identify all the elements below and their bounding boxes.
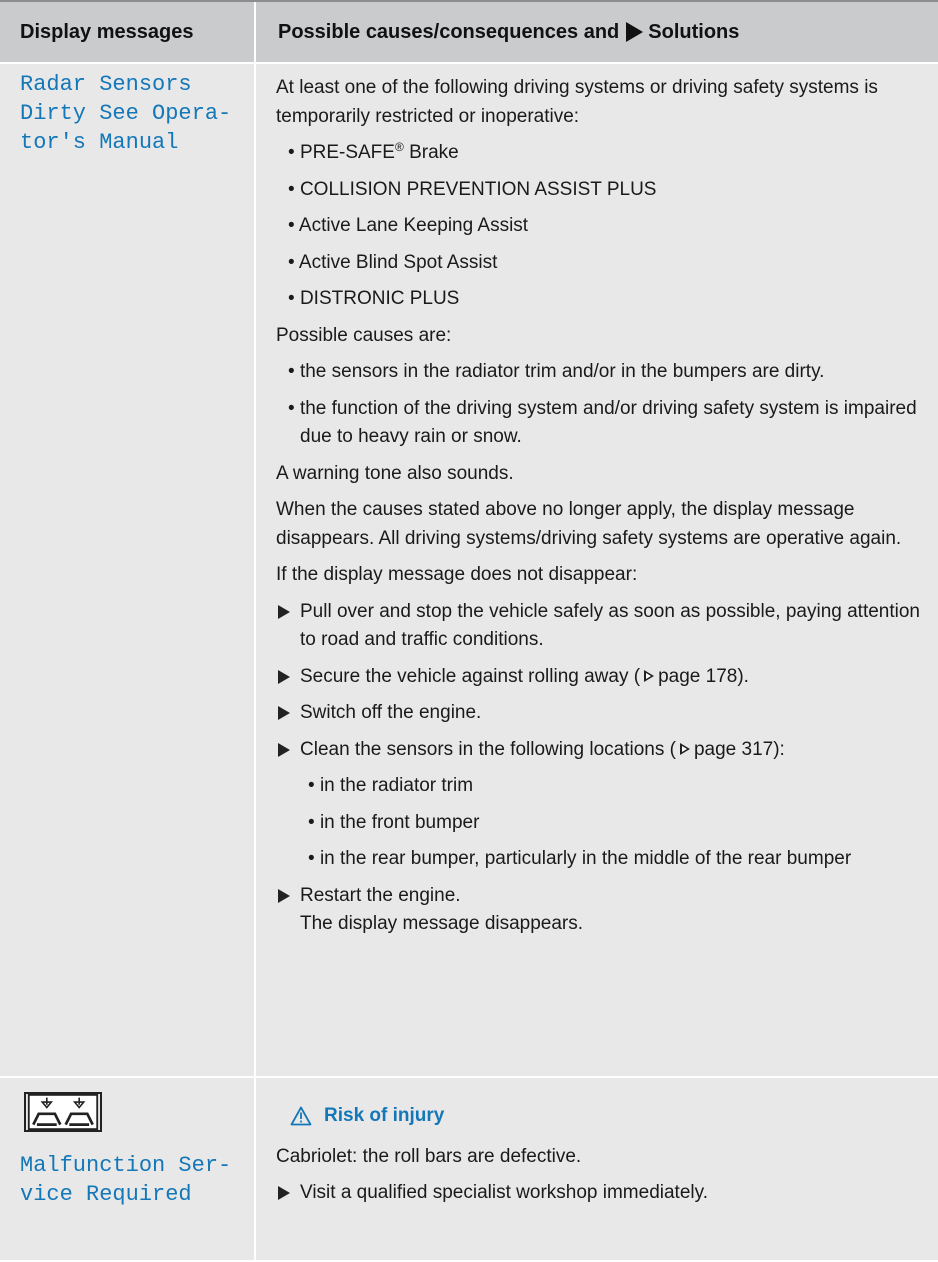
step-item: Visit a qualified specialist workshop im… — [276, 1179, 924, 1208]
no-longer-apply-text: When the causes stated above no longer a… — [276, 499, 902, 549]
table-row: Radar Sensors Dirty See Opera- tor's Man… — [0, 64, 938, 1078]
step-item: Secure the vehicle against rolling away … — [276, 663, 924, 692]
system-suffix: Brake — [409, 142, 459, 163]
message-cell: Malfunction Ser- vice Required — [0, 1078, 254, 1260]
step-item: Restart the engine. The display message d… — [276, 882, 924, 939]
header-causes-label: Possible causes/consequences and — [278, 20, 620, 43]
step-item: Clean the sensors in the following locat… — [276, 736, 924, 765]
causes-cell: Risk of injury Cabriolet: the roll bars … — [254, 1078, 938, 1260]
display-message-malfunction: Malfunction Ser- vice Required — [20, 1151, 254, 1209]
step-arrow-icon — [278, 888, 290, 903]
cause-item: the sensors in the radiator trim and/or … — [276, 358, 924, 387]
if-not-disappear-text: If the display message does not disappea… — [276, 564, 638, 585]
cause-item: the function of the driving system and/o… — [276, 395, 924, 452]
location-item: in the radiator trim — [276, 772, 924, 801]
step-text: Clean the sensors in the following locat… — [300, 738, 676, 760]
table-row: Malfunction Ser- vice Required Risk of i… — [0, 1078, 938, 1262]
solution-arrow-icon — [626, 22, 644, 42]
step-text: Secure the vehicle against rolling away … — [300, 665, 641, 687]
warning-tone-text: A warning tone also sounds. — [276, 462, 514, 484]
intro-text: At least one of the following driving sy… — [276, 77, 878, 127]
message-line: Dirty See Opera- — [20, 101, 232, 126]
location-item: in the front bumper — [276, 809, 924, 838]
message-line: Radar Sensors — [20, 72, 192, 97]
page-reference[interactable]: page 317): — [694, 739, 785, 760]
step-text: Restart the engine. — [300, 884, 461, 906]
display-messages-table: Display messages Possible causes/consequ… — [0, 0, 938, 1262]
message-line: Malfunction Ser- — [20, 1153, 232, 1178]
location-item: in the rear bumper, particularly in the … — [276, 845, 924, 874]
step-item: Switch off the engine. — [276, 699, 924, 728]
step-arrow-icon — [278, 706, 290, 720]
system-item: PRE-SAFE® Brake — [276, 139, 924, 168]
page-reference-icon — [679, 742, 690, 755]
step-text: Switch off the engine. — [300, 702, 482, 723]
warning-triangle-icon — [290, 1106, 312, 1126]
causes-cell: At least one of the following driving sy… — [254, 64, 938, 1076]
step-text: Pull over and stop the vehicle safely as… — [300, 600, 920, 651]
registered-mark: ® — [394, 140, 404, 154]
page-reference[interactable]: page 178). — [658, 666, 749, 687]
message-line: tor's Manual — [20, 130, 179, 155]
message-cell: Radar Sensors Dirty See Opera- tor's Man… — [0, 64, 254, 1076]
causes-label: Possible causes are: — [276, 324, 452, 346]
header-display-messages: Display messages — [20, 20, 194, 43]
step-arrow-icon — [278, 669, 290, 684]
system-item: COLLISION PREVENTION ASSIST PLUS — [276, 176, 924, 205]
step-arrow-icon — [278, 604, 290, 619]
system-item: Active Lane Keeping Assist — [276, 212, 924, 241]
system-item: Active Blind Spot Assist — [276, 249, 924, 278]
roll-bar-icon — [24, 1092, 102, 1132]
step-text: Visit a qualified specialist workshop im… — [300, 1182, 708, 1203]
step-arrow-icon — [278, 742, 290, 757]
header-solutions-label: Solutions — [648, 20, 740, 43]
cabriolet-text: Cabriolet: the roll bars are defective. — [276, 1145, 582, 1167]
step-result: The display message disappears. — [300, 913, 584, 934]
page-reference-icon — [644, 669, 655, 682]
step-arrow-icon — [278, 1186, 290, 1200]
table-header: Display messages Possible causes/consequ… — [0, 0, 938, 64]
message-line: vice Required — [20, 1182, 192, 1207]
display-message-radar-sensors: Radar Sensors Dirty See Opera- tor's Man… — [20, 70, 254, 157]
warning-title: Risk of injury — [324, 1105, 445, 1126]
system-name: PRE-SAFE — [299, 142, 395, 163]
header-causes-solutions: Possible causes/consequences and Solutio… — [254, 2, 938, 62]
warning-heading: Risk of injury — [276, 1102, 924, 1131]
system-item: DISTRONIC PLUS — [276, 285, 924, 314]
step-item: Pull over and stop the vehicle safely as… — [276, 598, 924, 655]
